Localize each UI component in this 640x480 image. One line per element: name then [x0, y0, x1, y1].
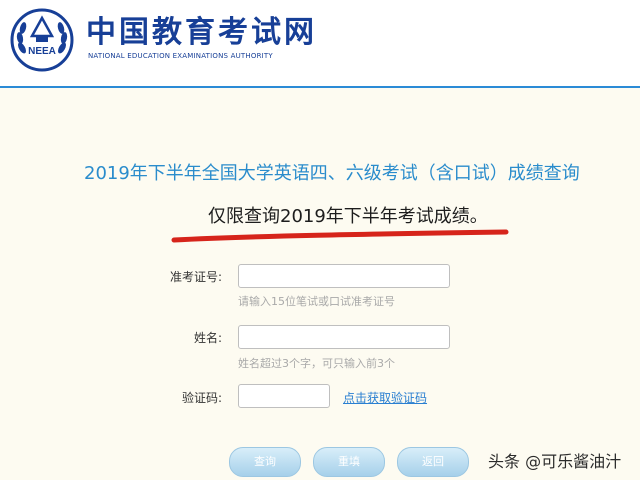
header-divider: [0, 86, 640, 88]
page-title: 2019年下半年全国大学英语四、六级考试（含口试）成绩查询: [84, 163, 580, 184]
reset-button[interactable]: 重填: [313, 447, 385, 477]
site-subtitle: NATIONAL EDUCATION EXAMINATIONS AUTHORIT…: [88, 52, 273, 60]
name-label: 姓名:: [193, 331, 222, 345]
site-name: 中国教育考试网: [86, 15, 317, 50]
query-button[interactable]: 查询: [229, 447, 301, 477]
get-captcha-link[interactable]: 点击获取验证码: [343, 389, 427, 406]
ticket-number-label: 准考证号:: [169, 270, 222, 284]
watermark-text: 头条 @可乐酱油汁: [488, 452, 622, 471]
name-input[interactable]: [238, 325, 450, 349]
name-hint: 姓名超过3个字，可只输入前3个: [238, 357, 395, 370]
back-button[interactable]: 返回: [397, 447, 469, 477]
logo-text: NEEA: [28, 46, 56, 57]
captcha-label: 验证码:: [181, 391, 222, 405]
ticket-number-input[interactable]: [238, 264, 450, 288]
neea-logo-icon: NEEA: [10, 8, 74, 72]
red-underline-mark: [171, 229, 509, 243]
site-header: NEEA 中国教育考试网 NATIONAL EDUCATION EXAMINAT…: [0, 0, 640, 86]
ticket-number-hint: 请输入15位笔试或口试准考证号: [238, 295, 395, 308]
captcha-input[interactable]: [238, 384, 330, 408]
